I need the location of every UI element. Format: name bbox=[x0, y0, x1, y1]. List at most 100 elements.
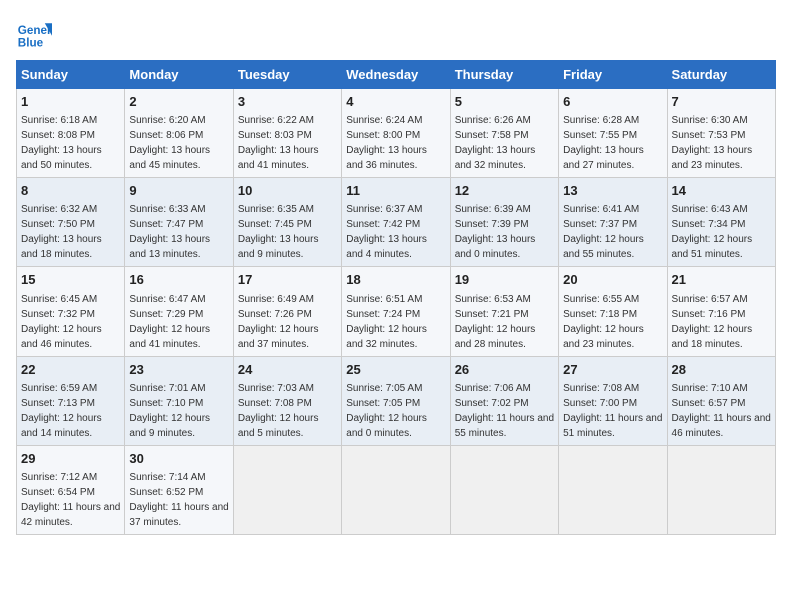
day-info: Sunrise: 6:53 AMSunset: 7:21 PMDaylight:… bbox=[455, 294, 536, 350]
day-cell: 29 Sunrise: 7:12 AMSunset: 6:54 PMDaylig… bbox=[17, 445, 125, 534]
calendar-header-row: SundayMondayTuesdayWednesdayThursdayFrid… bbox=[17, 61, 776, 89]
day-cell: 4 Sunrise: 6:24 AMSunset: 8:00 PMDayligh… bbox=[342, 89, 450, 178]
day-info: Sunrise: 6:47 AMSunset: 7:29 PMDaylight:… bbox=[129, 294, 210, 350]
week-row-2: 8 Sunrise: 6:32 AMSunset: 7:50 PMDayligh… bbox=[17, 178, 776, 267]
day-info: Sunrise: 6:32 AMSunset: 7:50 PMDaylight:… bbox=[21, 204, 102, 260]
day-info: Sunrise: 6:51 AMSunset: 7:24 PMDaylight:… bbox=[346, 294, 427, 350]
day-number: 24 bbox=[238, 361, 337, 379]
day-number: 29 bbox=[21, 450, 120, 468]
col-header-saturday: Saturday bbox=[667, 61, 775, 89]
day-cell: 30 Sunrise: 7:14 AMSunset: 6:52 PMDaylig… bbox=[125, 445, 233, 534]
day-number: 9 bbox=[129, 182, 228, 200]
day-number: 19 bbox=[455, 271, 554, 289]
day-cell: 26 Sunrise: 7:06 AMSunset: 7:02 PMDaylig… bbox=[450, 356, 558, 445]
day-number: 8 bbox=[21, 182, 120, 200]
logo: General Blue bbox=[16, 16, 56, 52]
day-number: 25 bbox=[346, 361, 445, 379]
day-cell: 7 Sunrise: 6:30 AMSunset: 7:53 PMDayligh… bbox=[667, 89, 775, 178]
day-info: Sunrise: 6:22 AMSunset: 8:03 PMDaylight:… bbox=[238, 115, 319, 171]
day-number: 28 bbox=[672, 361, 771, 379]
day-info: Sunrise: 6:18 AMSunset: 8:08 PMDaylight:… bbox=[21, 115, 102, 171]
day-number: 12 bbox=[455, 182, 554, 200]
day-info: Sunrise: 6:49 AMSunset: 7:26 PMDaylight:… bbox=[238, 294, 319, 350]
day-cell: 20 Sunrise: 6:55 AMSunset: 7:18 PMDaylig… bbox=[559, 267, 667, 356]
day-cell bbox=[559, 445, 667, 534]
day-cell bbox=[667, 445, 775, 534]
day-number: 21 bbox=[672, 271, 771, 289]
day-cell: 2 Sunrise: 6:20 AMSunset: 8:06 PMDayligh… bbox=[125, 89, 233, 178]
day-number: 6 bbox=[563, 93, 662, 111]
day-cell: 3 Sunrise: 6:22 AMSunset: 8:03 PMDayligh… bbox=[233, 89, 341, 178]
day-info: Sunrise: 6:24 AMSunset: 8:00 PMDaylight:… bbox=[346, 115, 427, 171]
col-header-thursday: Thursday bbox=[450, 61, 558, 89]
svg-text:Blue: Blue bbox=[18, 37, 44, 50]
col-header-wednesday: Wednesday bbox=[342, 61, 450, 89]
day-number: 23 bbox=[129, 361, 228, 379]
day-number: 20 bbox=[563, 271, 662, 289]
day-info: Sunrise: 6:33 AMSunset: 7:47 PMDaylight:… bbox=[129, 204, 210, 260]
day-number: 16 bbox=[129, 271, 228, 289]
day-info: Sunrise: 6:20 AMSunset: 8:06 PMDaylight:… bbox=[129, 115, 210, 171]
day-cell: 21 Sunrise: 6:57 AMSunset: 7:16 PMDaylig… bbox=[667, 267, 775, 356]
calendar-body: 1 Sunrise: 6:18 AMSunset: 8:08 PMDayligh… bbox=[17, 89, 776, 535]
day-cell bbox=[450, 445, 558, 534]
day-number: 7 bbox=[672, 93, 771, 111]
day-info: Sunrise: 7:03 AMSunset: 7:08 PMDaylight:… bbox=[238, 383, 319, 439]
day-cell: 9 Sunrise: 6:33 AMSunset: 7:47 PMDayligh… bbox=[125, 178, 233, 267]
day-cell: 17 Sunrise: 6:49 AMSunset: 7:26 PMDaylig… bbox=[233, 267, 341, 356]
day-number: 1 bbox=[21, 93, 120, 111]
day-cell: 24 Sunrise: 7:03 AMSunset: 7:08 PMDaylig… bbox=[233, 356, 341, 445]
day-cell: 28 Sunrise: 7:10 AMSunset: 6:57 PMDaylig… bbox=[667, 356, 775, 445]
col-header-tuesday: Tuesday bbox=[233, 61, 341, 89]
day-cell: 25 Sunrise: 7:05 AMSunset: 7:05 PMDaylig… bbox=[342, 356, 450, 445]
day-cell: 18 Sunrise: 6:51 AMSunset: 7:24 PMDaylig… bbox=[342, 267, 450, 356]
day-info: Sunrise: 6:55 AMSunset: 7:18 PMDaylight:… bbox=[563, 294, 644, 350]
day-info: Sunrise: 6:57 AMSunset: 7:16 PMDaylight:… bbox=[672, 294, 753, 350]
day-cell: 11 Sunrise: 6:37 AMSunset: 7:42 PMDaylig… bbox=[342, 178, 450, 267]
day-info: Sunrise: 6:26 AMSunset: 7:58 PMDaylight:… bbox=[455, 115, 536, 171]
col-header-friday: Friday bbox=[559, 61, 667, 89]
day-number: 11 bbox=[346, 182, 445, 200]
day-info: Sunrise: 6:41 AMSunset: 7:37 PMDaylight:… bbox=[563, 204, 644, 260]
day-number: 3 bbox=[238, 93, 337, 111]
day-number: 15 bbox=[21, 271, 120, 289]
day-info: Sunrise: 7:01 AMSunset: 7:10 PMDaylight:… bbox=[129, 383, 210, 439]
week-row-5: 29 Sunrise: 7:12 AMSunset: 6:54 PMDaylig… bbox=[17, 445, 776, 534]
day-info: Sunrise: 7:06 AMSunset: 7:02 PMDaylight:… bbox=[455, 383, 554, 439]
day-info: Sunrise: 7:05 AMSunset: 7:05 PMDaylight:… bbox=[346, 383, 427, 439]
day-number: 14 bbox=[672, 182, 771, 200]
day-info: Sunrise: 6:45 AMSunset: 7:32 PMDaylight:… bbox=[21, 294, 102, 350]
week-row-3: 15 Sunrise: 6:45 AMSunset: 7:32 PMDaylig… bbox=[17, 267, 776, 356]
day-cell bbox=[233, 445, 341, 534]
day-cell: 19 Sunrise: 6:53 AMSunset: 7:21 PMDaylig… bbox=[450, 267, 558, 356]
day-cell: 5 Sunrise: 6:26 AMSunset: 7:58 PMDayligh… bbox=[450, 89, 558, 178]
day-info: Sunrise: 6:28 AMSunset: 7:55 PMDaylight:… bbox=[563, 115, 644, 171]
day-cell: 23 Sunrise: 7:01 AMSunset: 7:10 PMDaylig… bbox=[125, 356, 233, 445]
day-info: Sunrise: 6:30 AMSunset: 7:53 PMDaylight:… bbox=[672, 115, 753, 171]
day-info: Sunrise: 7:10 AMSunset: 6:57 PMDaylight:… bbox=[672, 383, 771, 439]
day-cell: 13 Sunrise: 6:41 AMSunset: 7:37 PMDaylig… bbox=[559, 178, 667, 267]
day-number: 2 bbox=[129, 93, 228, 111]
day-cell: 22 Sunrise: 6:59 AMSunset: 7:13 PMDaylig… bbox=[17, 356, 125, 445]
day-cell: 16 Sunrise: 6:47 AMSunset: 7:29 PMDaylig… bbox=[125, 267, 233, 356]
day-info: Sunrise: 6:59 AMSunset: 7:13 PMDaylight:… bbox=[21, 383, 102, 439]
day-cell: 1 Sunrise: 6:18 AMSunset: 8:08 PMDayligh… bbox=[17, 89, 125, 178]
day-number: 26 bbox=[455, 361, 554, 379]
week-row-4: 22 Sunrise: 6:59 AMSunset: 7:13 PMDaylig… bbox=[17, 356, 776, 445]
page-header: General Blue bbox=[16, 16, 776, 52]
week-row-1: 1 Sunrise: 6:18 AMSunset: 8:08 PMDayligh… bbox=[17, 89, 776, 178]
day-info: Sunrise: 6:43 AMSunset: 7:34 PMDaylight:… bbox=[672, 204, 753, 260]
calendar-table: SundayMondayTuesdayWednesdayThursdayFrid… bbox=[16, 60, 776, 535]
day-number: 17 bbox=[238, 271, 337, 289]
col-header-sunday: Sunday bbox=[17, 61, 125, 89]
day-number: 13 bbox=[563, 182, 662, 200]
day-cell: 6 Sunrise: 6:28 AMSunset: 7:55 PMDayligh… bbox=[559, 89, 667, 178]
day-info: Sunrise: 7:08 AMSunset: 7:00 PMDaylight:… bbox=[563, 383, 662, 439]
day-number: 4 bbox=[346, 93, 445, 111]
day-cell: 12 Sunrise: 6:39 AMSunset: 7:39 PMDaylig… bbox=[450, 178, 558, 267]
day-info: Sunrise: 6:35 AMSunset: 7:45 PMDaylight:… bbox=[238, 204, 319, 260]
day-info: Sunrise: 6:39 AMSunset: 7:39 PMDaylight:… bbox=[455, 204, 536, 260]
day-cell: 14 Sunrise: 6:43 AMSunset: 7:34 PMDaylig… bbox=[667, 178, 775, 267]
day-number: 22 bbox=[21, 361, 120, 379]
day-cell: 15 Sunrise: 6:45 AMSunset: 7:32 PMDaylig… bbox=[17, 267, 125, 356]
